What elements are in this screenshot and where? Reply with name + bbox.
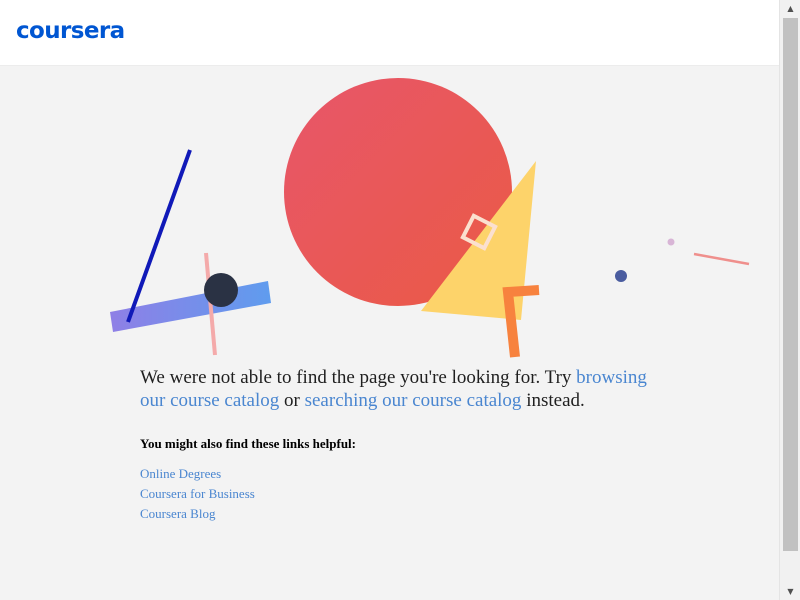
coursera-for-business-link[interactable]: Coursera for Business xyxy=(140,486,255,501)
dark-circle-shape xyxy=(204,273,238,307)
list-item: Coursera Blog xyxy=(140,504,660,524)
tiny-dot-shape xyxy=(667,238,675,246)
orange-l-shape xyxy=(502,285,540,358)
navy-dot-shape xyxy=(615,270,627,282)
not-found-message: We were not able to find the page you're… xyxy=(140,366,660,412)
list-item: Online Degrees xyxy=(140,464,660,484)
list-item: Coursera for Business xyxy=(140,484,660,504)
coursera-blog-link[interactable]: Coursera Blog xyxy=(140,506,215,521)
site-header: coursera xyxy=(0,0,779,66)
blue-line-shape xyxy=(126,149,192,323)
message-text-or: or xyxy=(284,390,300,411)
scrollbar-thumb[interactable] xyxy=(783,18,798,551)
scroll-down-icon[interactable]: ▼ xyxy=(780,583,800,600)
search-catalog-link[interactable]: searching our course catalog xyxy=(305,390,522,411)
message-text-before: We were not able to find the page you're… xyxy=(140,367,572,388)
message-text-after: instead. xyxy=(526,390,585,411)
scroll-up-icon[interactable]: ▲ xyxy=(780,0,800,17)
online-degrees-link[interactable]: Online Degrees xyxy=(140,466,221,481)
404-illustration xyxy=(110,78,750,358)
helpful-links-heading: You might also find these links helpful: xyxy=(140,436,356,451)
vertical-scrollbar[interactable]: ▲ ▼ xyxy=(779,0,800,600)
helpful-links-list: Online Degrees Coursera for Business Cou… xyxy=(140,464,660,524)
salmon-line-shape xyxy=(693,252,750,266)
coursera-logo[interactable]: coursera xyxy=(16,15,125,47)
error-content: We were not able to find the page you're… xyxy=(140,366,660,524)
